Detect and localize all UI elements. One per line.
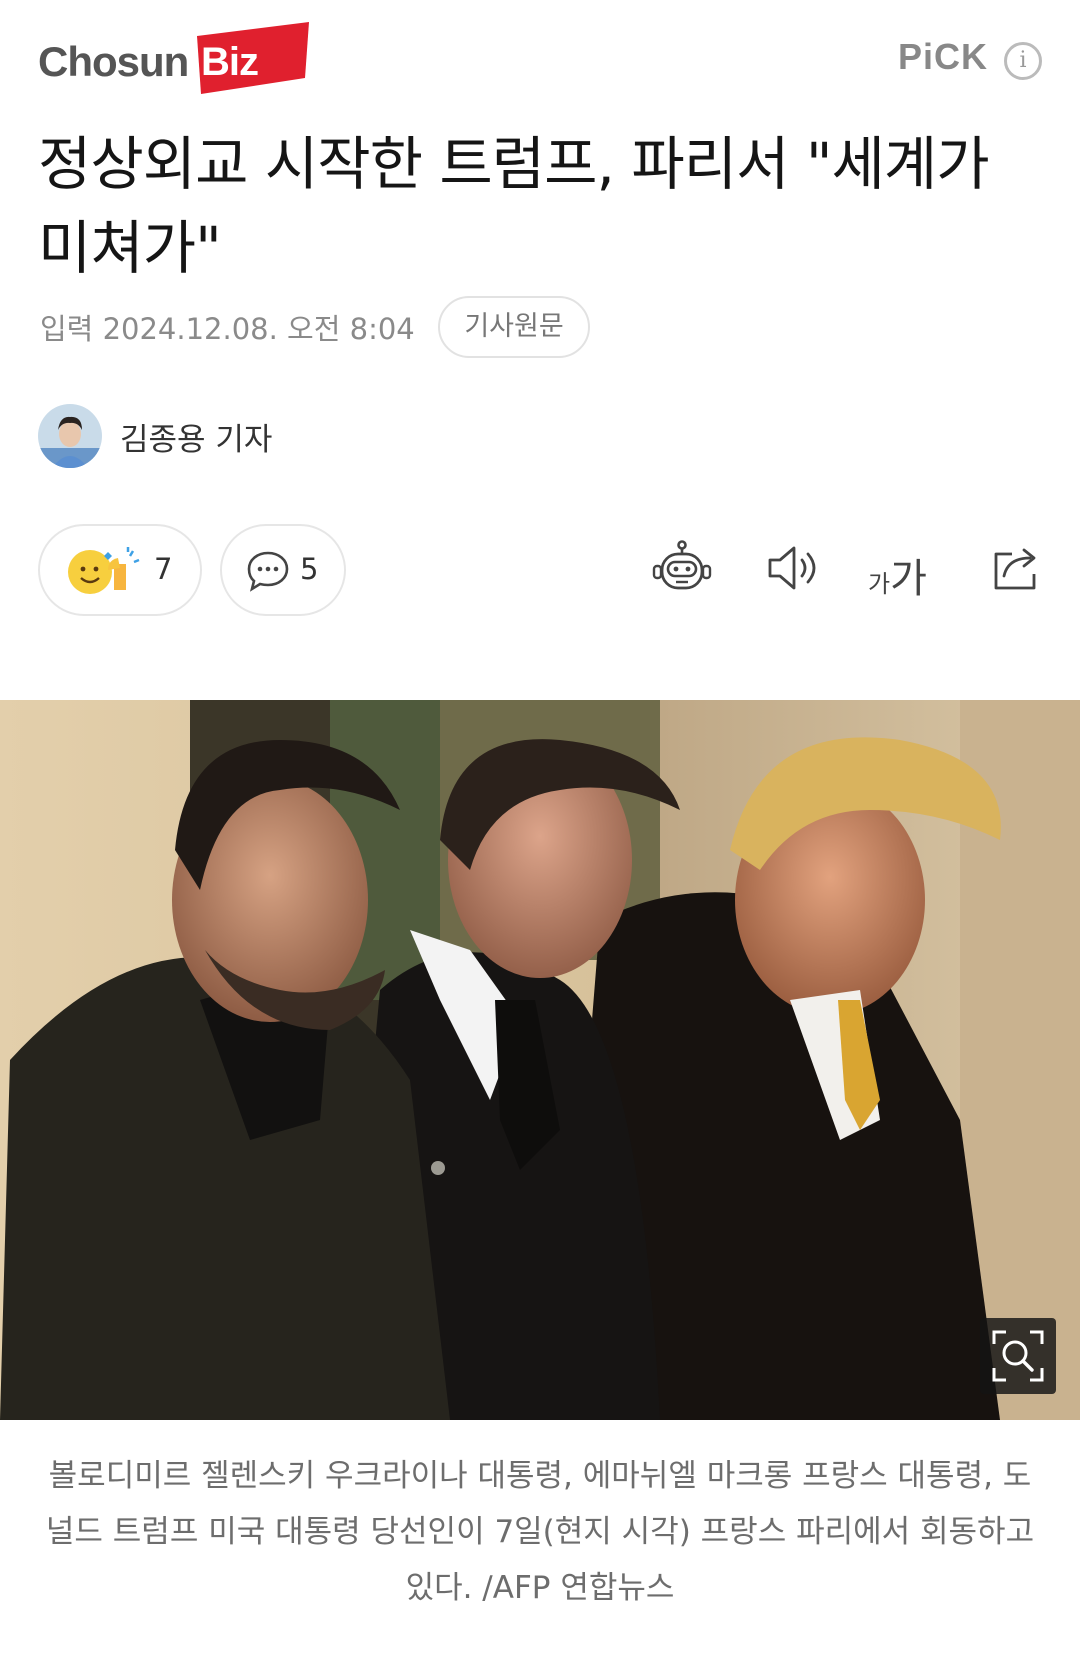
font-size-icon[interactable]: 가가 — [868, 546, 927, 604]
font-large-glyph: 가 — [890, 556, 927, 602]
share-icon[interactable] — [984, 540, 1048, 596]
article-headline: 정상외교 시작한 트럼프, 파리서 "세계가 미쳐가" — [38, 130, 990, 282]
reaction-count: 7 — [154, 552, 173, 586]
font-small-glyph: 가 — [868, 570, 891, 598]
image-zoom-button[interactable] — [980, 1318, 1056, 1394]
chosunbiz-logo[interactable]: Chosun Biz — [38, 18, 318, 98]
comment-icon — [247, 551, 289, 592]
article-photo[interactable] — [0, 700, 1080, 1420]
comment-count: 5 — [300, 552, 319, 586]
reaction-emoji-icon — [68, 547, 140, 594]
logo-text-accent: Biz — [201, 40, 259, 84]
author-name[interactable]: 김종용 기자 — [120, 414, 272, 459]
speaker-icon[interactable] — [762, 540, 826, 596]
original-article-button[interactable]: 기사원문 — [438, 296, 590, 358]
logo-text-main: Chosun — [38, 38, 189, 85]
comment-button[interactable]: 5 — [220, 524, 346, 616]
pick-label[interactable]: PiCK — [898, 36, 988, 78]
zoom-search-icon — [992, 1330, 1044, 1382]
photo-caption: 볼로디미르 젤렌스키 우크라이나 대통령, 에마뉘엘 마크롱 프랑스 대통령, … — [45, 1458, 1035, 1606]
author-avatar[interactable] — [38, 404, 102, 468]
info-icon[interactable]: i — [1004, 42, 1042, 80]
reaction-button[interactable]: 7 — [38, 524, 202, 616]
summary-bot-icon[interactable] — [650, 540, 714, 596]
article-date: 입력 2024.12.08. 오전 8:04 — [40, 312, 415, 346]
